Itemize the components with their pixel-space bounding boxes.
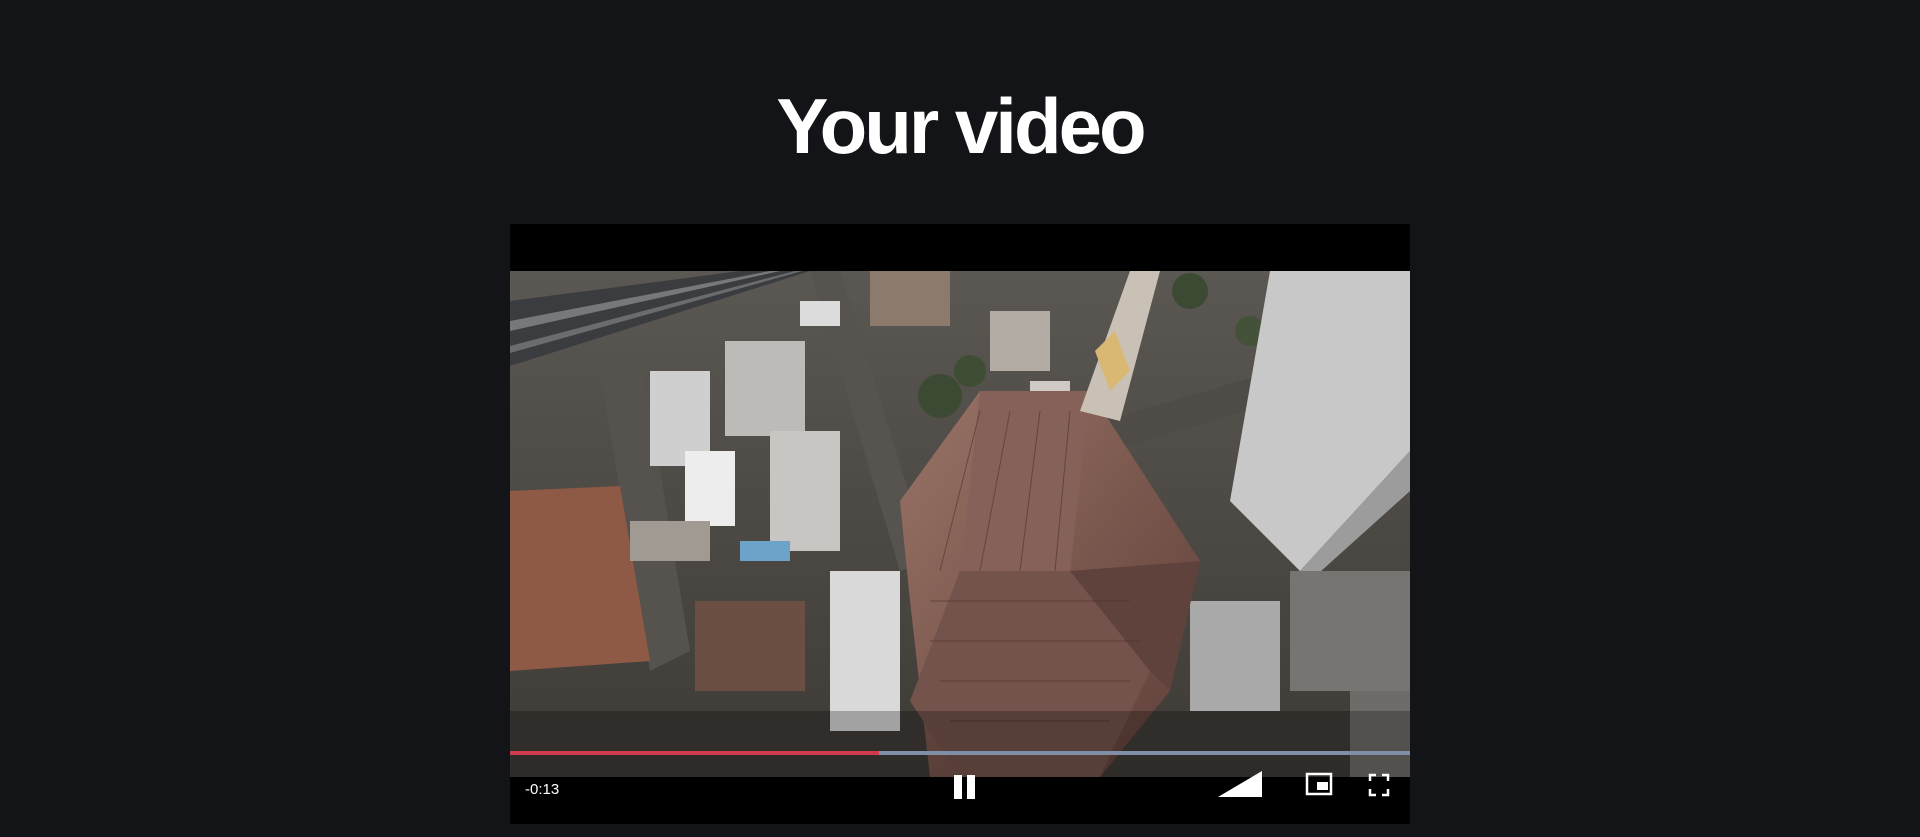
video-frame[interactable]	[510, 271, 1410, 777]
fullscreen-button[interactable]	[1367, 771, 1391, 799]
progress-bar-played	[510, 751, 879, 755]
aerial-city-skyscraper-image	[510, 271, 1410, 777]
video-player[interactable]: -0:13	[510, 224, 1410, 824]
control-bar: -0:13	[510, 771, 1410, 824]
time-remaining: -0:13	[525, 781, 560, 798]
page-title: Your video	[776, 82, 1146, 170]
volume-icon	[1216, 771, 1264, 804]
picture-in-picture-icon	[1305, 772, 1333, 802]
progress-bar[interactable]	[510, 751, 1410, 755]
volume-button[interactable]	[1216, 769, 1264, 801]
fullscreen-icon	[1367, 773, 1391, 802]
page: Your video -0:13	[0, 0, 1920, 837]
picture-in-picture-button[interactable]	[1305, 771, 1333, 799]
pause-icon	[950, 775, 980, 806]
pause-button[interactable]	[950, 771, 980, 803]
